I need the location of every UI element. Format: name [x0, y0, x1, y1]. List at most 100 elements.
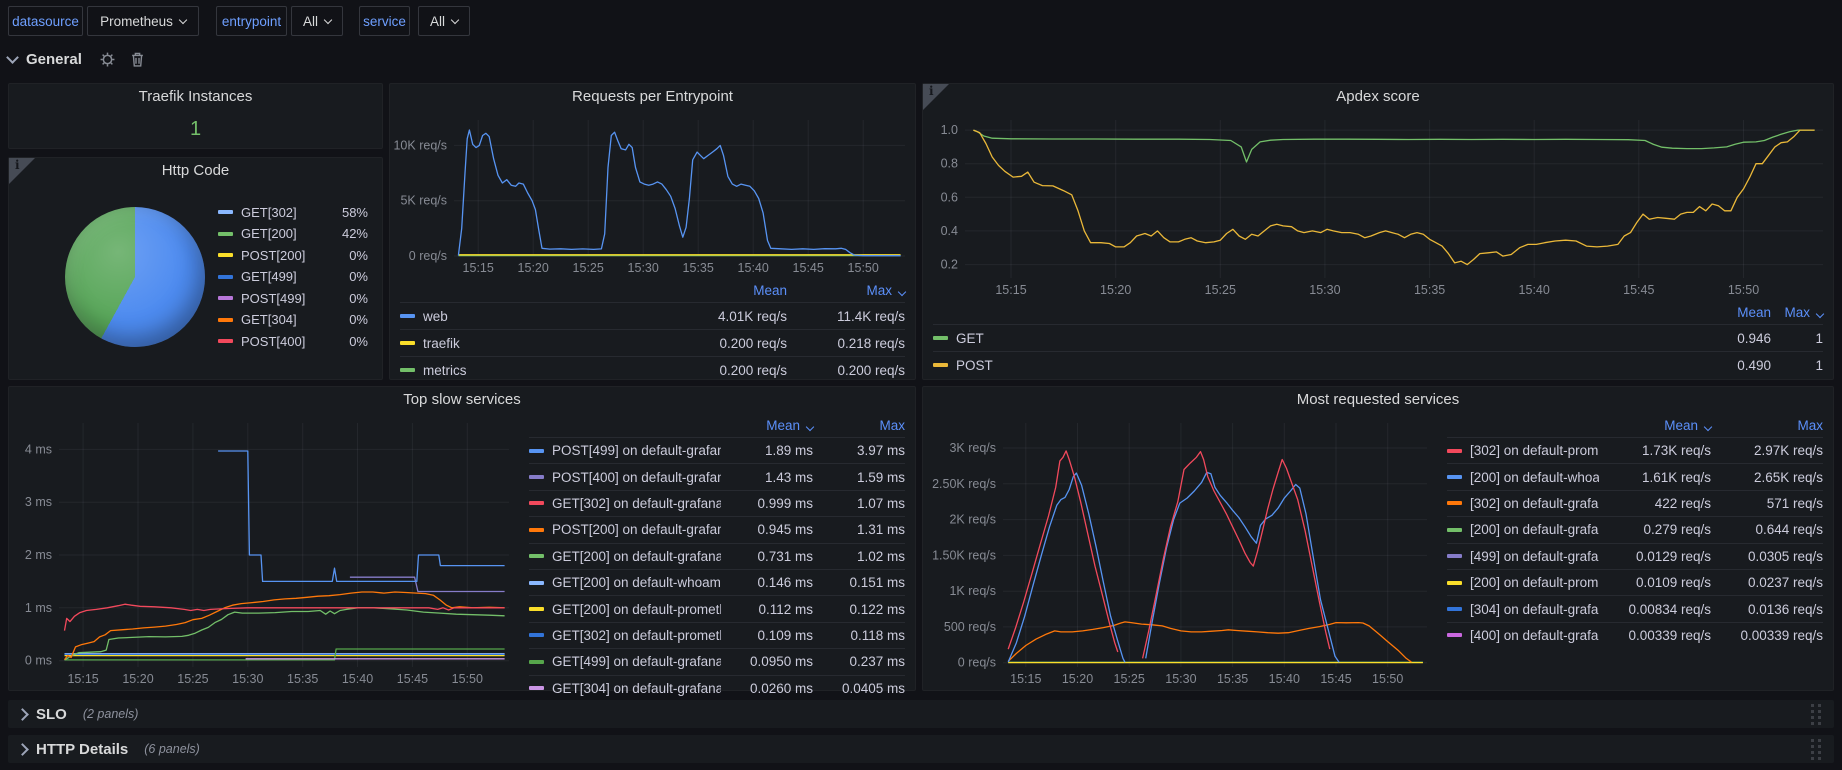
series-label[interactable]: GET[304] on default-grafana [552, 681, 721, 696]
legend-max-header[interactable]: Max [1711, 418, 1823, 433]
legend-mean-header[interactable]: Mean [721, 418, 813, 433]
entrypoint-label[interactable]: entrypoint [216, 6, 287, 36]
panel-http-code: i Http Code GET[302]58% GET[200]42% POST… [8, 157, 383, 380]
series-label[interactable]: [400] on default-grafana [1470, 628, 1599, 643]
legend-row[interactable]: GET[200] on default-grafana0.731 ms1.02 … [529, 543, 905, 569]
legend-row[interactable]: [200] on default-whoami1.61K req/s2.65K … [1447, 463, 1823, 489]
series-label[interactable]: web [423, 309, 657, 324]
legend-row[interactable]: POST[400]0% [218, 330, 368, 352]
series-label[interactable]: metrics [423, 363, 657, 378]
legend-row[interactable]: POST[200]0% [218, 244, 368, 266]
series-label[interactable]: GET[499] [241, 269, 297, 284]
series-marker [1447, 607, 1462, 611]
series-label[interactable]: GET[499] on default-grafana [552, 654, 721, 669]
legend-row[interactable]: GET[304] on default-grafana0.0260 ms0.04… [529, 675, 905, 701]
legend-row[interactable]: [302] on default-grafana422 req/s571 req… [1447, 490, 1823, 516]
row-slo-title[interactable]: SLO [36, 706, 67, 723]
series-label[interactable]: [302] on default-prometheus [1470, 443, 1599, 458]
row-http-details-title[interactable]: HTTP Details [36, 741, 128, 758]
legend-row[interactable]: GET[302] on default-grafana0.999 ms1.07 … [529, 490, 905, 516]
row-general-title[interactable]: General [26, 51, 82, 68]
series-label[interactable]: [499] on default-grafana [1470, 549, 1599, 564]
series-label[interactable]: POST[400] on default-grafana [552, 470, 721, 485]
series-label[interactable]: GET[200] on default-grafana [552, 549, 721, 564]
legend-row[interactable]: GET[200]42% [218, 223, 368, 245]
legend-row[interactable]: [200] on default-prometheus0.0109 req/s0… [1447, 569, 1823, 595]
panel-info-corner[interactable] [9, 158, 35, 184]
legend-row[interactable]: POST[499]0% [218, 287, 368, 309]
legend-max-header[interactable]: Max [787, 283, 905, 298]
legend-row[interactable]: GET[499] on default-grafana0.0950 ms0.23… [529, 648, 905, 674]
series-marker [400, 368, 415, 372]
series-label[interactable]: traefik [423, 336, 657, 351]
legend-row[interactable]: GET[302]58% [218, 201, 368, 223]
panel-info-corner[interactable] [923, 84, 949, 110]
legend-row[interactable]: GET[302] on default-prometheus0.109 ms0.… [529, 622, 905, 648]
legend-row[interactable]: GET[304]0% [218, 309, 368, 331]
legend-row[interactable]: POST[400] on default-grafana1.43 ms1.59 … [529, 463, 905, 489]
series-label[interactable]: [302] on default-grafana [1470, 496, 1599, 511]
legend-mean-header[interactable]: Mean [1599, 418, 1711, 433]
legend-max-header[interactable]: Max [813, 418, 905, 433]
legend-row[interactable]: POST0.4901 [933, 351, 1823, 378]
panel-title[interactable]: Requests per Entrypoint [390, 84, 915, 110]
drag-handle-icon[interactable] [1808, 702, 1824, 726]
series-label[interactable]: GET[200] on default-whoami [552, 575, 721, 590]
row-general[interactable]: General [8, 48, 144, 70]
panel-title[interactable]: Apdex score [923, 84, 1833, 110]
legend-mean-header[interactable]: Mean [1687, 305, 1771, 320]
legend-row[interactable]: GET[200] on default-prometheus0.112 ms0.… [529, 595, 905, 621]
series-label[interactable]: POST[200] on default-grafana [552, 522, 721, 537]
series-label[interactable]: POST [956, 358, 1687, 373]
legend-row[interactable]: GET0.9461 [933, 324, 1823, 351]
series-label[interactable]: GET[302] on default-grafana [552, 496, 721, 511]
series-label[interactable]: POST[400] [241, 334, 305, 349]
legend-row[interactable]: POST[499] on default-grafana1.89 ms3.97 … [529, 437, 905, 463]
series-label[interactable]: [200] on default-whoami [1470, 470, 1599, 485]
series-label[interactable]: GET[302] on default-prometheus [552, 628, 721, 643]
legend-max-header[interactable]: Max [1771, 305, 1823, 320]
svg-text:4 ms: 4 ms [25, 442, 52, 456]
series-label[interactable]: GET [956, 331, 1687, 346]
legend-row[interactable]: traefik0.200 req/s0.218 req/s [400, 329, 905, 356]
series-label[interactable]: [200] on default-prometheus [1470, 575, 1599, 590]
series-label[interactable]: POST[200] [241, 248, 305, 263]
series-label[interactable]: POST[499] on default-grafana [552, 443, 721, 458]
legend-row[interactable]: [499] on default-grafana0.0129 req/s0.03… [1447, 543, 1823, 569]
panel-title[interactable]: Most requested services [923, 387, 1833, 413]
row-settings-button[interactable] [100, 52, 115, 67]
row-slo[interactable]: SLO (2 panels) [8, 700, 1834, 728]
datasource-select[interactable]: Prometheus [87, 6, 199, 36]
legend-row[interactable]: [200] on default-grafana0.279 req/s0.644… [1447, 516, 1823, 542]
panel-title[interactable]: Top slow services [9, 387, 915, 413]
series-label[interactable]: POST[499] [241, 291, 305, 306]
pie-chart[interactable] [65, 207, 205, 347]
drag-handle-icon[interactable] [1808, 737, 1824, 761]
legend-row[interactable]: web4.01K req/s11.4K req/s [400, 302, 905, 329]
legend-row[interactable]: POST[200] on default-grafana0.945 ms1.31… [529, 516, 905, 542]
series-label[interactable]: GET[200] on default-prometheus [552, 602, 721, 617]
entrypoint-select[interactable]: All [291, 6, 343, 36]
panel-title[interactable]: Traefik Instances [9, 84, 382, 110]
row-http-details[interactable]: HTTP Details (6 panels) [8, 735, 1834, 763]
datasource-value: Prometheus [100, 14, 173, 29]
series-label[interactable]: [304] on default-grafana [1470, 602, 1599, 617]
legend-row[interactable]: [304] on default-grafana0.00834 req/s0.0… [1447, 595, 1823, 621]
legend-row[interactable]: [302] on default-prometheus1.73K req/s2.… [1447, 437, 1823, 463]
panel-title[interactable]: Http Code [9, 158, 382, 184]
legend-mean-header[interactable]: Mean [657, 283, 787, 298]
series-label[interactable]: [200] on default-grafana [1470, 522, 1599, 537]
legend-row[interactable]: GET[499]0% [218, 266, 368, 288]
service-label[interactable]: service [359, 6, 410, 36]
legend-row[interactable]: [400] on default-grafana0.00339 req/s0.0… [1447, 622, 1823, 648]
series-label[interactable]: GET[302] [241, 205, 297, 220]
datasource-label[interactable]: datasource [8, 6, 83, 36]
series-label[interactable]: GET[200] [241, 226, 297, 241]
legend-row[interactable]: metrics0.200 req/s0.200 req/s [400, 356, 905, 383]
legend-row[interactable]: GET[200] on default-whoami0.146 ms0.151 … [529, 569, 905, 595]
series-label[interactable]: GET[304] [241, 312, 297, 327]
svg-text:2 ms: 2 ms [25, 548, 52, 562]
legend-header: Mean Max [1447, 413, 1823, 437]
row-delete-button[interactable] [131, 52, 144, 67]
service-select[interactable]: All [418, 6, 470, 36]
